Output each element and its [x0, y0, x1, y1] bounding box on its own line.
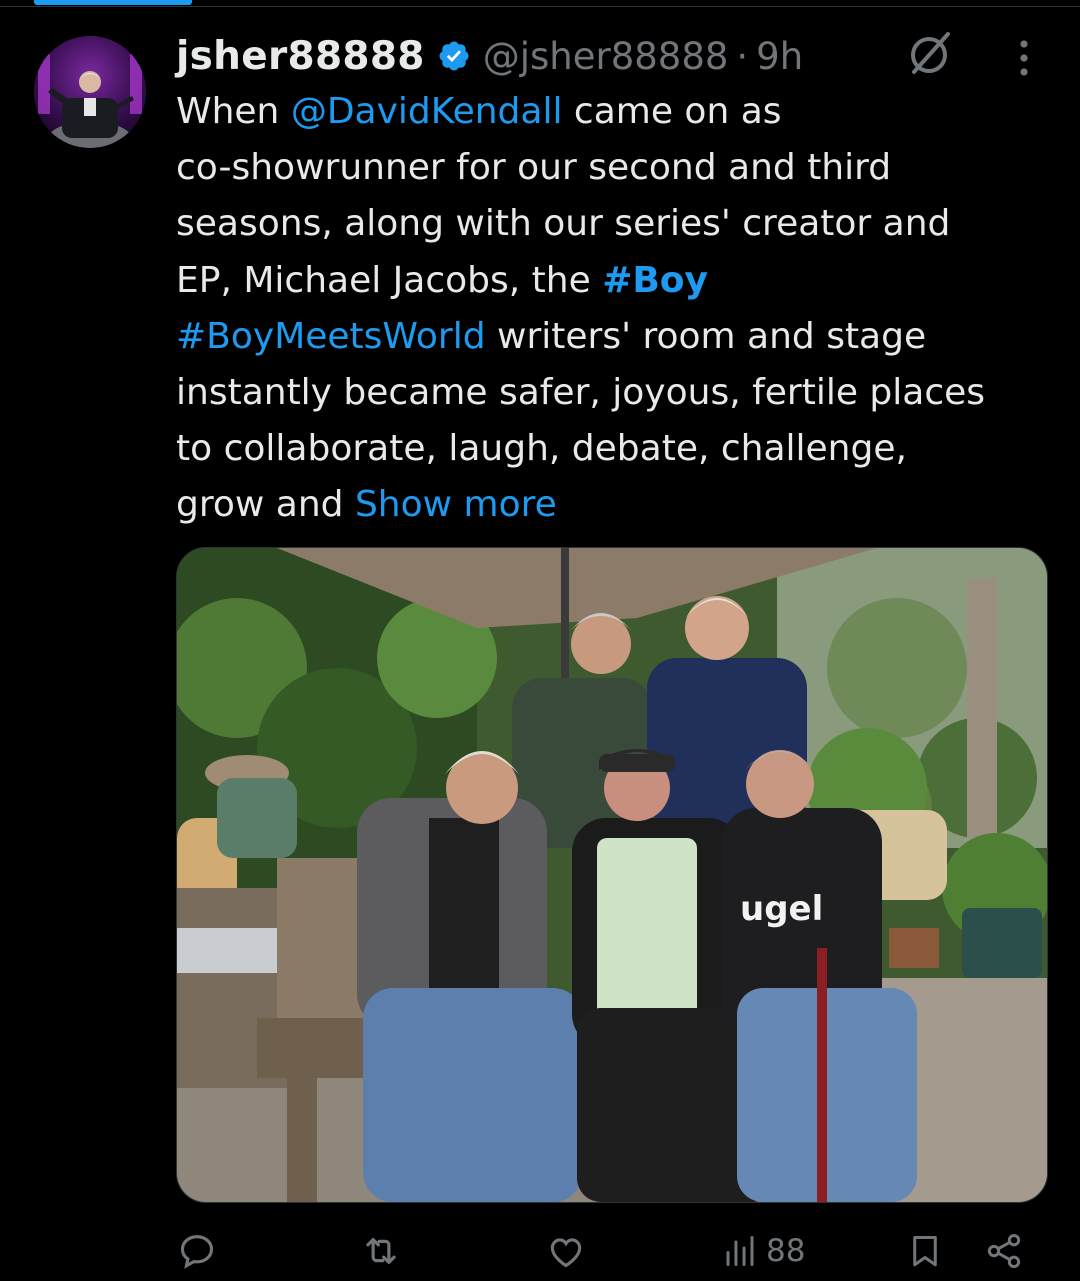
share-icon: [987, 1234, 1021, 1268]
views-icon: [726, 1236, 754, 1266]
separator-dot: ·: [736, 34, 749, 78]
views-button[interactable]: 88: [722, 1222, 805, 1280]
tweet-text-line: co-showrunner for our second and third: [176, 140, 1056, 196]
more-options-icon[interactable]: [1006, 36, 1042, 80]
display-name[interactable]: jsher88888: [176, 34, 425, 79]
tweet-text-segment: grow and: [176, 484, 355, 526]
tweet-text-segment: co-showrunner for our second and third: [176, 147, 892, 189]
tweet-text-line: to collaborate, laugh, debate, challenge…: [176, 421, 1056, 477]
tweet-text-line: seasons, along with our series' creator …: [176, 196, 1056, 252]
tweet-text: When @DavidKendall came on as co-showrunn…: [176, 84, 1056, 534]
like-button[interactable]: [544, 1222, 588, 1280]
tweet-text-line: EP, Michael Jacobs, the #Boy: [176, 253, 1056, 309]
tweet-text-segment: came on as: [562, 91, 782, 132]
show-more-link[interactable]: Show more: [355, 484, 557, 525]
views-count: 88: [766, 1233, 806, 1269]
reply-icon: [180, 1235, 214, 1269]
avatar[interactable]: [34, 36, 146, 148]
like-icon: [550, 1238, 582, 1268]
shirt-text: ugel: [740, 889, 823, 929]
tweet-text-segment: to collaborate, laugh, debate, challenge…: [176, 428, 907, 470]
tweet-text-segment: When: [176, 91, 291, 132]
verified-badge-icon: [437, 39, 471, 73]
bookmark-button[interactable]: [906, 1222, 944, 1280]
repost-icon: [366, 1238, 396, 1264]
hashtag-link[interactable]: #BoyMeetsWorld: [176, 316, 486, 357]
repost-button[interactable]: [358, 1222, 404, 1280]
tweet-text-line: instantly became safer, joyous, fertile …: [176, 365, 1056, 421]
tweet-action-bar: 88: [0, 1222, 1080, 1280]
tweet-text-segment: EP, Michael Jacobs, the: [176, 259, 603, 301]
tweet-text-line: grow and Show more: [176, 477, 1056, 533]
tweet-text-segment: instantly became safer, joyous, fertile …: [176, 372, 986, 414]
tweet-text-line: #BoyMeetsWorld writers' room and stage: [176, 309, 1056, 365]
tweet-photo[interactable]: ugel: [176, 547, 1048, 1203]
mention-link[interactable]: @DavidKendall: [291, 91, 563, 132]
tweet-text-segment: writers' room and stage: [485, 315, 927, 357]
handle[interactable]: @jsher88888: [483, 35, 729, 78]
tweet-header: jsher88888 @jsher88888 · 9h: [176, 30, 803, 82]
timestamp[interactable]: 9h: [756, 35, 803, 78]
share-button[interactable]: [984, 1222, 1024, 1280]
tweet-text-segment: seasons, along with our series' creator …: [176, 203, 951, 245]
bookmark-icon: [913, 1236, 937, 1267]
hashtag-link[interactable]: #Boy: [602, 260, 708, 301]
active-tab-indicator: [34, 0, 192, 5]
tweet-text-line: When @DavidKendall came on as: [176, 84, 1056, 140]
reply-button[interactable]: [176, 1222, 218, 1280]
grok-icon[interactable]: [904, 28, 956, 80]
